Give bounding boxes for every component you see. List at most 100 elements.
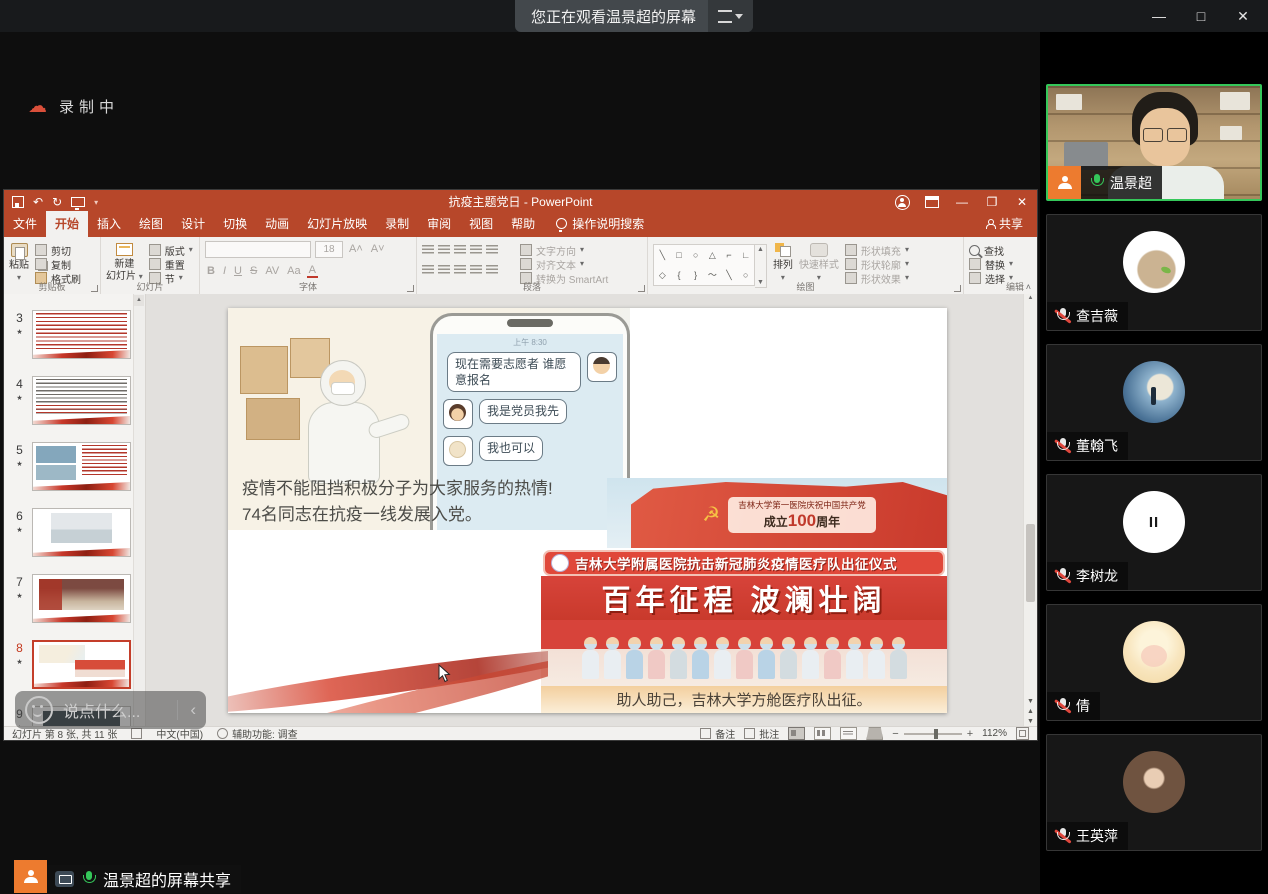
slide-thumbnail[interactable]: 5 ★ (12, 442, 131, 491)
participant-tile[interactable]: II 李树龙 (1046, 474, 1262, 591)
canvas-scrollbar[interactable]: ▲ ▼ ▲ ▼ (1023, 294, 1037, 726)
ribbon-tab[interactable]: 动画 (256, 211, 298, 237)
paste-button[interactable]: 粘贴 ▾ (9, 240, 29, 282)
font-dialog-launcher[interactable] (407, 285, 414, 292)
slideshow-view-button[interactable] (866, 727, 883, 740)
start-slideshow-icon[interactable] (71, 197, 85, 207)
shrink-font-button[interactable]: A˅ (369, 243, 387, 255)
ribbon-tab[interactable]: 帮助 (502, 211, 544, 237)
ribbon-tab[interactable]: 视图 (460, 211, 502, 237)
zoom-slider-thumb[interactable] (934, 729, 938, 739)
notes-button[interactable]: 备注 (700, 726, 735, 741)
text-direction-button[interactable]: 文字方向 ▾ (520, 244, 608, 256)
zoom-in-button[interactable]: + (967, 728, 973, 740)
shape-fill-button[interactable]: 形状填充 ▾ (845, 244, 909, 256)
bullets-icon[interactable] (422, 245, 434, 255)
zoom-slider[interactable] (904, 733, 962, 735)
chat-input[interactable]: 说点什么... (63, 698, 167, 722)
minimize-button[interactable]: — (1138, 0, 1180, 32)
change-case-button[interactable]: Aa (285, 265, 302, 277)
underline-button[interactable]: U (232, 265, 244, 277)
participant-tile[interactable]: 温景超 (1046, 84, 1262, 201)
shape-outline-button[interactable]: 形状轮廓 ▾ (845, 258, 909, 270)
fit-slide-to-window-button[interactable] (1016, 727, 1029, 740)
ribbon-tab[interactable]: 设计 (172, 211, 214, 237)
ribbon-tab[interactable]: 插入 (88, 211, 130, 237)
ribbon-tab[interactable]: 录制 (376, 211, 418, 237)
zoom-out-button[interactable]: − (892, 728, 898, 740)
align-right-icon[interactable] (454, 265, 466, 275)
slide-thumbnail[interactable]: 6 ★ (12, 508, 131, 557)
numbering-icon[interactable] (438, 245, 450, 255)
participant-tile[interactable]: 查吉薇 (1046, 214, 1262, 331)
align-center-icon[interactable] (438, 265, 450, 275)
share-button[interactable]: 共享 (986, 215, 1037, 237)
shape-glyph[interactable]: { (677, 271, 680, 280)
slide-thumbnail[interactable]: 8 ★ (12, 640, 131, 689)
scroll-down-icon[interactable]: ▼ (1027, 698, 1034, 705)
slide-canvas[interactable]: 上午 8:30 现在需要志愿者 谁愿意报名 我是党员我 (228, 308, 947, 713)
new-slide-button[interactable]: 新建幻灯片 ▾ (106, 240, 143, 282)
grow-font-button[interactable]: A˄ (347, 243, 365, 255)
font-color-button[interactable]: A (307, 264, 318, 278)
ppt-minimize-button[interactable]: — (947, 190, 977, 214)
clipboard-dialog-launcher[interactable] (91, 285, 98, 292)
align-text-button[interactable]: 对齐文本 ▾ (520, 258, 608, 270)
cut-button[interactable]: 剪切 (35, 244, 81, 256)
reading-view-button[interactable] (840, 727, 857, 740)
quick-styles-button[interactable]: 快速样式 ▾ (799, 240, 839, 282)
participant-tile[interactable]: 王英萍 (1046, 734, 1262, 851)
shape-glyph[interactable]: △ (709, 251, 716, 260)
accessibility-indicator[interactable]: 辅助功能: 调查 (217, 726, 298, 741)
normal-view-button[interactable] (788, 727, 805, 740)
participant-tile[interactable]: 董翰飞 (1046, 344, 1262, 461)
columns-icon[interactable] (486, 265, 498, 275)
ribbon-display-button[interactable] (917, 190, 947, 214)
ribbon-tab[interactable]: 文件 (4, 211, 46, 237)
shape-glyph[interactable]: ⌐ (726, 251, 731, 260)
account-button[interactable] (887, 190, 917, 214)
scroll-up-icon[interactable]: ▲ (1024, 295, 1037, 301)
next-slide-button[interactable]: ▼ (1027, 718, 1034, 725)
justify-icon[interactable] (470, 265, 482, 275)
line-spacing-icon[interactable] (486, 245, 498, 255)
ppt-close-button[interactable]: ✕ (1007, 190, 1037, 214)
zoom-percentage[interactable]: 112% (982, 728, 1007, 739)
reset-button[interactable]: 重置 (149, 258, 193, 270)
ribbon-tab[interactable]: 切换 (214, 211, 256, 237)
ribbon-tab[interactable]: 绘图 (130, 211, 172, 237)
shape-glyph[interactable]: ○ (693, 251, 698, 260)
shape-glyph[interactable]: ∟ (741, 251, 750, 260)
paragraph-dialog-launcher[interactable] (638, 285, 645, 292)
shape-glyph[interactable]: □ (676, 251, 681, 260)
font-name-select[interactable] (205, 241, 311, 258)
collapse-ribbon-button[interactable]: ˄ (1026, 282, 1031, 292)
shape-glyph[interactable]: ╲ (660, 251, 665, 260)
indent-decrease-icon[interactable] (454, 245, 466, 255)
strikethrough-button[interactable]: S (248, 265, 259, 277)
indent-increase-icon[interactable] (470, 245, 482, 255)
shape-glyph[interactable]: ╲ (726, 271, 731, 280)
bold-button[interactable]: B (205, 265, 217, 277)
align-left-icon[interactable] (422, 265, 434, 275)
thumbnail-scroll-up-icon[interactable]: ▲ (134, 295, 144, 306)
collapse-chat-icon[interactable]: ‹ (188, 700, 198, 720)
ribbon-tab[interactable]: 开始 (46, 211, 88, 237)
italic-button[interactable]: I (221, 265, 228, 277)
previous-slide-button[interactable]: ▲ (1027, 708, 1034, 715)
shape-glyph[interactable]: ○ (743, 271, 748, 280)
drawing-dialog-launcher[interactable] (954, 285, 961, 292)
ribbon-tab[interactable]: 审阅 (418, 211, 460, 237)
copy-button[interactable]: 复制 (35, 258, 81, 270)
maximize-button[interactable]: □ (1180, 0, 1222, 32)
slide-thumbnail[interactable]: 4 ★ (12, 376, 131, 425)
ribbon-tab[interactable]: 幻灯片放映 (298, 211, 376, 237)
redo-icon[interactable]: ↻ (52, 196, 62, 208)
comments-button[interactable]: 批注 (744, 726, 779, 741)
find-button[interactable]: 查找 (969, 244, 1013, 256)
replace-button[interactable]: 替换 ▾ (969, 258, 1013, 270)
font-size-select[interactable]: 18 (315, 241, 343, 258)
character-spacing-button[interactable]: AV (263, 265, 281, 277)
ppt-restore-button[interactable]: ❐ (977, 190, 1007, 214)
banner-menu-button[interactable] (708, 0, 753, 32)
